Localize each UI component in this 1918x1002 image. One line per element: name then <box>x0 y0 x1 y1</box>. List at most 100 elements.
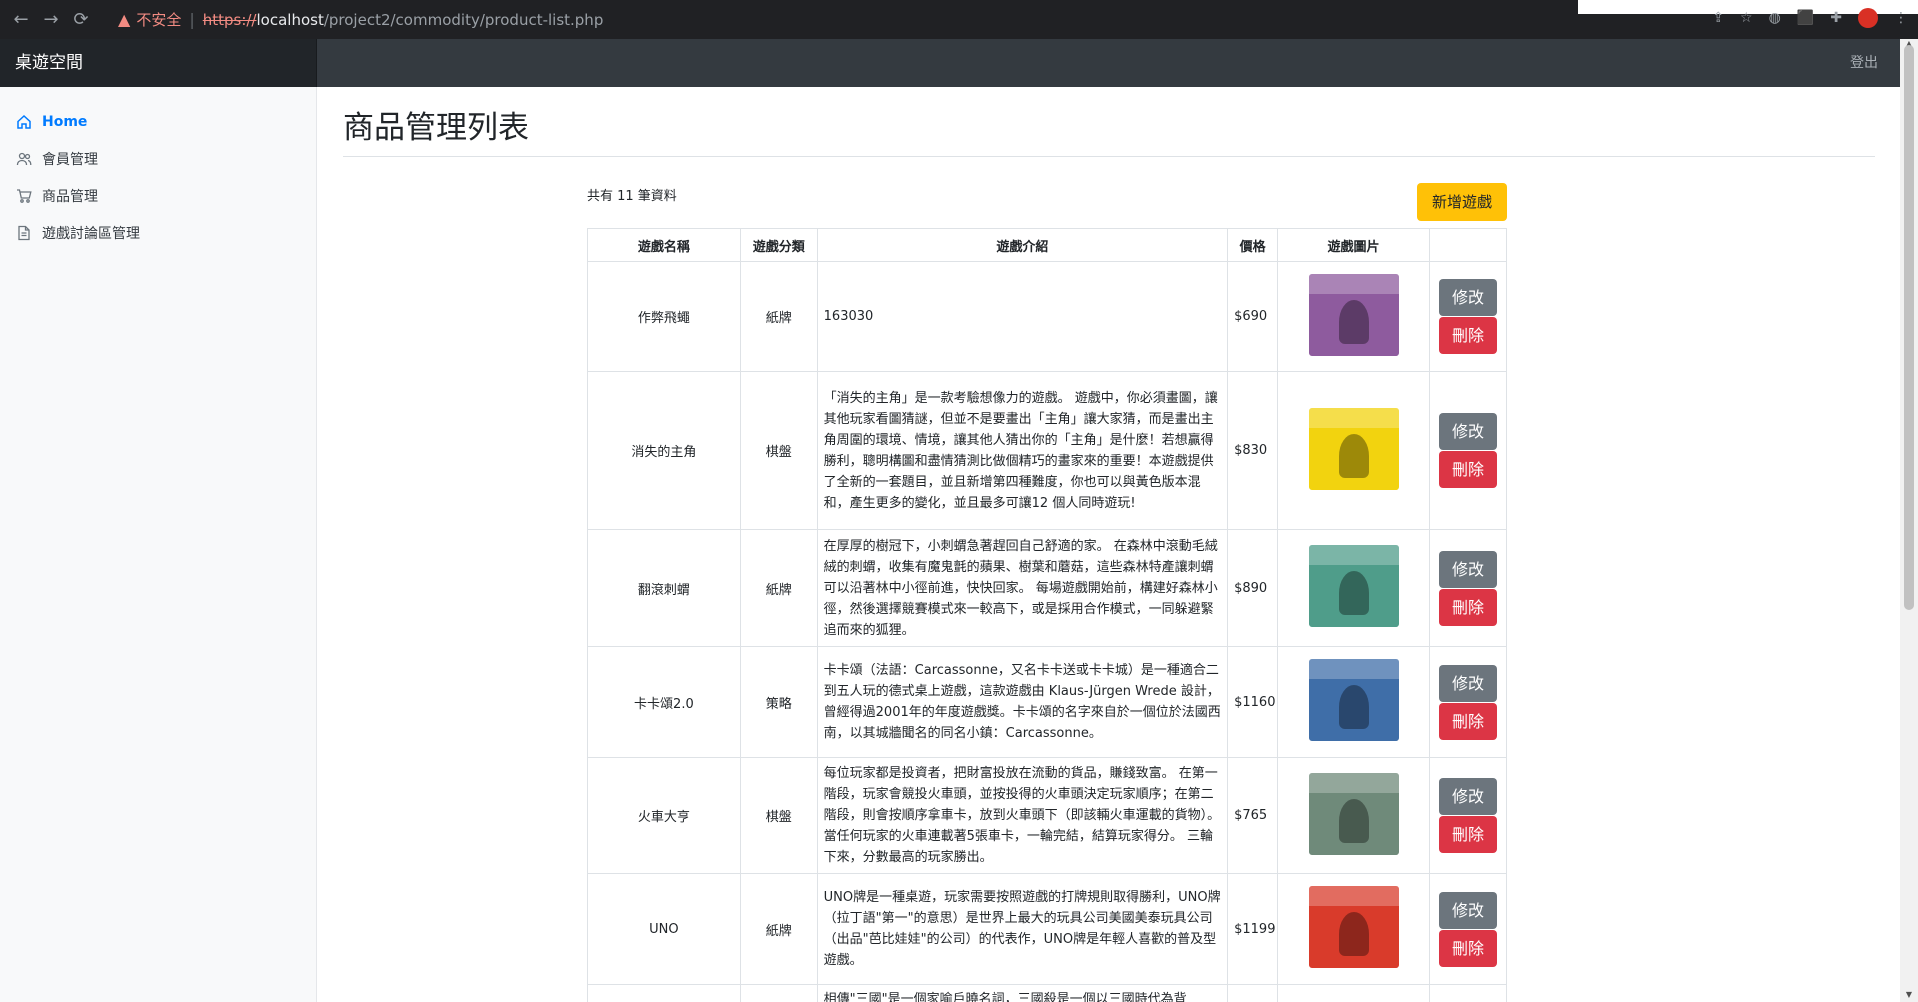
cell-name: UNO <box>587 873 741 985</box>
cell-category: 棋盤 <box>739 371 818 530</box>
home-icon <box>17 114 31 129</box>
sidebar-item-home[interactable]: Home <box>0 103 316 140</box>
cell-category: 策略 <box>739 646 818 758</box>
brand-title[interactable]: 桌遊空間 <box>0 39 317 87</box>
delete-button[interactable]: 刪除 <box>1438 702 1497 740</box>
cell-actions: 修改 刪除 <box>1428 529 1508 647</box>
pdf-icon[interactable]: ⬛ <box>1797 10 1814 26</box>
delete-button[interactable]: 刪除 <box>1438 451 1497 488</box>
table-row: 消失的主角 棋盤 「消失的主角」是一款考驗想像力的遊戲。 遊戲中，你必須畫圖，讓其他… <box>587 371 1508 530</box>
puzzle-icon[interactable]: ✚ <box>1830 10 1842 26</box>
menu-icon[interactable]: ⋮ <box>1894 10 1908 26</box>
box-band <box>1308 772 1399 793</box>
extension-icons: ⇪ ☆ ◍ ⬛ ✚ ⋮ <box>1712 8 1908 28</box>
game-box-image <box>1308 273 1399 356</box>
cell-image <box>1277 646 1430 758</box>
reload-icon[interactable]: ⟳ <box>66 9 96 30</box>
header-category: 遊戲分類 <box>739 228 818 262</box>
box-band <box>1308 407 1399 428</box>
cell-name <box>587 984 741 1002</box>
cell-image <box>1277 757 1430 874</box>
cell-name: 卡卡頌2.0 <box>587 646 741 758</box>
sidebar-item-members[interactable]: 會員管理 <box>0 140 316 177</box>
header-price: 價格 <box>1227 228 1279 262</box>
box-band <box>1308 886 1399 906</box>
delete-button[interactable]: 刪除 <box>1438 929 1497 967</box>
edit-button[interactable]: 修改 <box>1438 664 1497 702</box>
scroll-thumb[interactable] <box>1904 45 1914 610</box>
star-icon[interactable]: ☆ <box>1740 10 1753 26</box>
warning-icon: ▲ <box>118 10 131 29</box>
box-figure <box>1338 433 1369 478</box>
cell-actions: 修改 刪除 <box>1428 757 1508 874</box>
edit-button[interactable]: 修改 <box>1438 413 1497 450</box>
profile-avatar[interactable] <box>1858 8 1878 28</box>
cell-category: 紙牌 <box>739 261 818 372</box>
header-name: 遊戲名稱 <box>587 228 741 262</box>
cell-price: $1160 <box>1227 646 1279 758</box>
table-row: 卡卡頌2.0 策略 卡卡頌（法語：Carcassonne，又名卡卡送或卡卡城）是一種… <box>587 646 1508 758</box>
cell-name: 消失的主角 <box>587 371 741 530</box>
cell-name: 翻滾刺蝟 <box>587 529 741 647</box>
page-scrollbar[interactable]: ▲ ▼ <box>1900 39 1918 1002</box>
edit-button[interactable]: 修改 <box>1438 891 1497 929</box>
cell-description: 「消失的主角」是一款考驗想像力的遊戲。 遊戲中，你必須畫圖，讓其他玩家看圖猜謎，… <box>816 371 1229 530</box>
delete-button[interactable]: 刪除 <box>1438 816 1497 853</box>
sidebar-item-label: 商品管理 <box>42 188 98 205</box>
cell-price: $1199 <box>1227 873 1279 985</box>
cell-image <box>1277 984 1430 1002</box>
sidebar-item-products[interactable]: 商品管理 <box>0 177 316 214</box>
delete-button[interactable]: 刪除 <box>1438 588 1497 626</box>
cell-price: $765 <box>1227 757 1279 874</box>
table-row: 火車大亨 棋盤 每位玩家都是投資者，把財富投放在流動的貨品，賺錢致富。 在第一階段，… <box>587 757 1508 874</box>
cell-description: UNO牌是一種桌遊，玩家需要按照遊戲的打牌規則取得勝利，UNO牌（拉丁語"第一"… <box>816 873 1229 985</box>
header-description: 遊戲介紹 <box>816 228 1229 262</box>
top-navbar: 桌遊空間 登出 <box>0 39 1900 87</box>
cell-description: 卡卡頌（法語：Carcassonne，又名卡卡送或卡卡城）是一種適合二到五人玩的… <box>816 646 1229 758</box>
sidebar-item-forum[interactable]: 遊戲討論區管理 <box>0 214 316 251</box>
forward-icon[interactable]: → <box>36 9 66 30</box>
cell-image <box>1277 371 1430 530</box>
box-figure <box>1338 798 1369 843</box>
url-path: /project2/commodity/product-list.php <box>323 11 604 29</box>
game-box-image <box>1308 886 1399 968</box>
scroll-down-icon[interactable]: ▼ <box>1900 990 1918 1002</box>
sidebar-item-label: 會員管理 <box>42 151 98 168</box>
box-figure <box>1338 912 1369 956</box>
cell-name: 火車大亨 <box>587 757 741 874</box>
extension-icon[interactable]: ◍ <box>1769 10 1781 26</box>
sidebar-item-label: Home <box>42 113 88 130</box>
edit-button[interactable]: 修改 <box>1438 550 1497 588</box>
table-row: 翻滾刺蝟 紙牌 在厚厚的樹冠下，小刺蝟急著趕回自己舒適的家。 在森林中滾動毛絨絨的刺… <box>587 529 1508 647</box>
signout-link[interactable]: 登出 <box>1850 39 1878 87</box>
sidebar: Home 會員管理 商品管理 遊戲討論區管理 <box>0 87 317 1002</box>
cell-description: 相傳"三國"是一個家喻戶曉名詞，三國殺是一個以三國時代為背 <box>816 984 1229 1002</box>
cell-actions: 修改 刪除 <box>1428 873 1508 985</box>
record-count: 共有 11 筆資料 <box>587 189 677 204</box>
cart-icon <box>17 188 32 203</box>
file-icon <box>18 225 30 240</box>
cell-description: 在厚厚的樹冠下，小刺蝟急著趕回自己舒適的家。 在森林中滾動毛絨絨的刺蝟，收集有魔… <box>816 529 1229 647</box>
back-icon[interactable]: ← <box>6 9 36 30</box>
insecure-label: 不安全 <box>136 11 182 29</box>
users-icon <box>16 152 32 165</box>
header-image: 遊戲圖片 <box>1277 228 1430 262</box>
product-table: 遊戲名稱 遊戲分類 遊戲介紹 價格 遊戲圖片 作弊飛蠅 紙牌 163030 $690 修… <box>587 228 1508 1002</box>
cell-price: $690 <box>1227 261 1279 372</box>
edit-button[interactable]: 修改 <box>1438 279 1497 316</box>
address-bar[interactable]: https://localhost/project2/commodity/pro… <box>203 10 604 29</box>
delete-button[interactable]: 刪除 <box>1438 317 1497 354</box>
table-row: UNO 紙牌 UNO牌是一種桌遊，玩家需要按照遊戲的打牌規則取得勝利，UNO牌（拉丁… <box>587 873 1508 985</box>
main-content: 商品管理列表 共有 11 筆資料 新增遊戲 遊戲名稱 遊戲分類 遊戲介紹 價格 … <box>318 87 1900 1002</box>
cell-image <box>1277 529 1430 647</box>
table-header-row: 遊戲名稱 遊戲分類 遊戲介紹 價格 遊戲圖片 <box>587 228 1508 262</box>
page-title: 商品管理列表 <box>343 110 529 146</box>
box-band <box>1308 273 1399 294</box>
cell-category <box>739 984 818 1002</box>
table-row: 作弊飛蠅 紙牌 163030 $690 修改 刪除 <box>587 261 1508 372</box>
cell-price: $890 <box>1227 529 1279 647</box>
cell-category: 紙牌 <box>739 873 818 985</box>
edit-button[interactable]: 修改 <box>1438 778 1497 815</box>
add-game-button[interactable]: 新增遊戲 <box>1417 183 1507 221</box>
share-icon[interactable]: ⇪ <box>1712 10 1724 26</box>
